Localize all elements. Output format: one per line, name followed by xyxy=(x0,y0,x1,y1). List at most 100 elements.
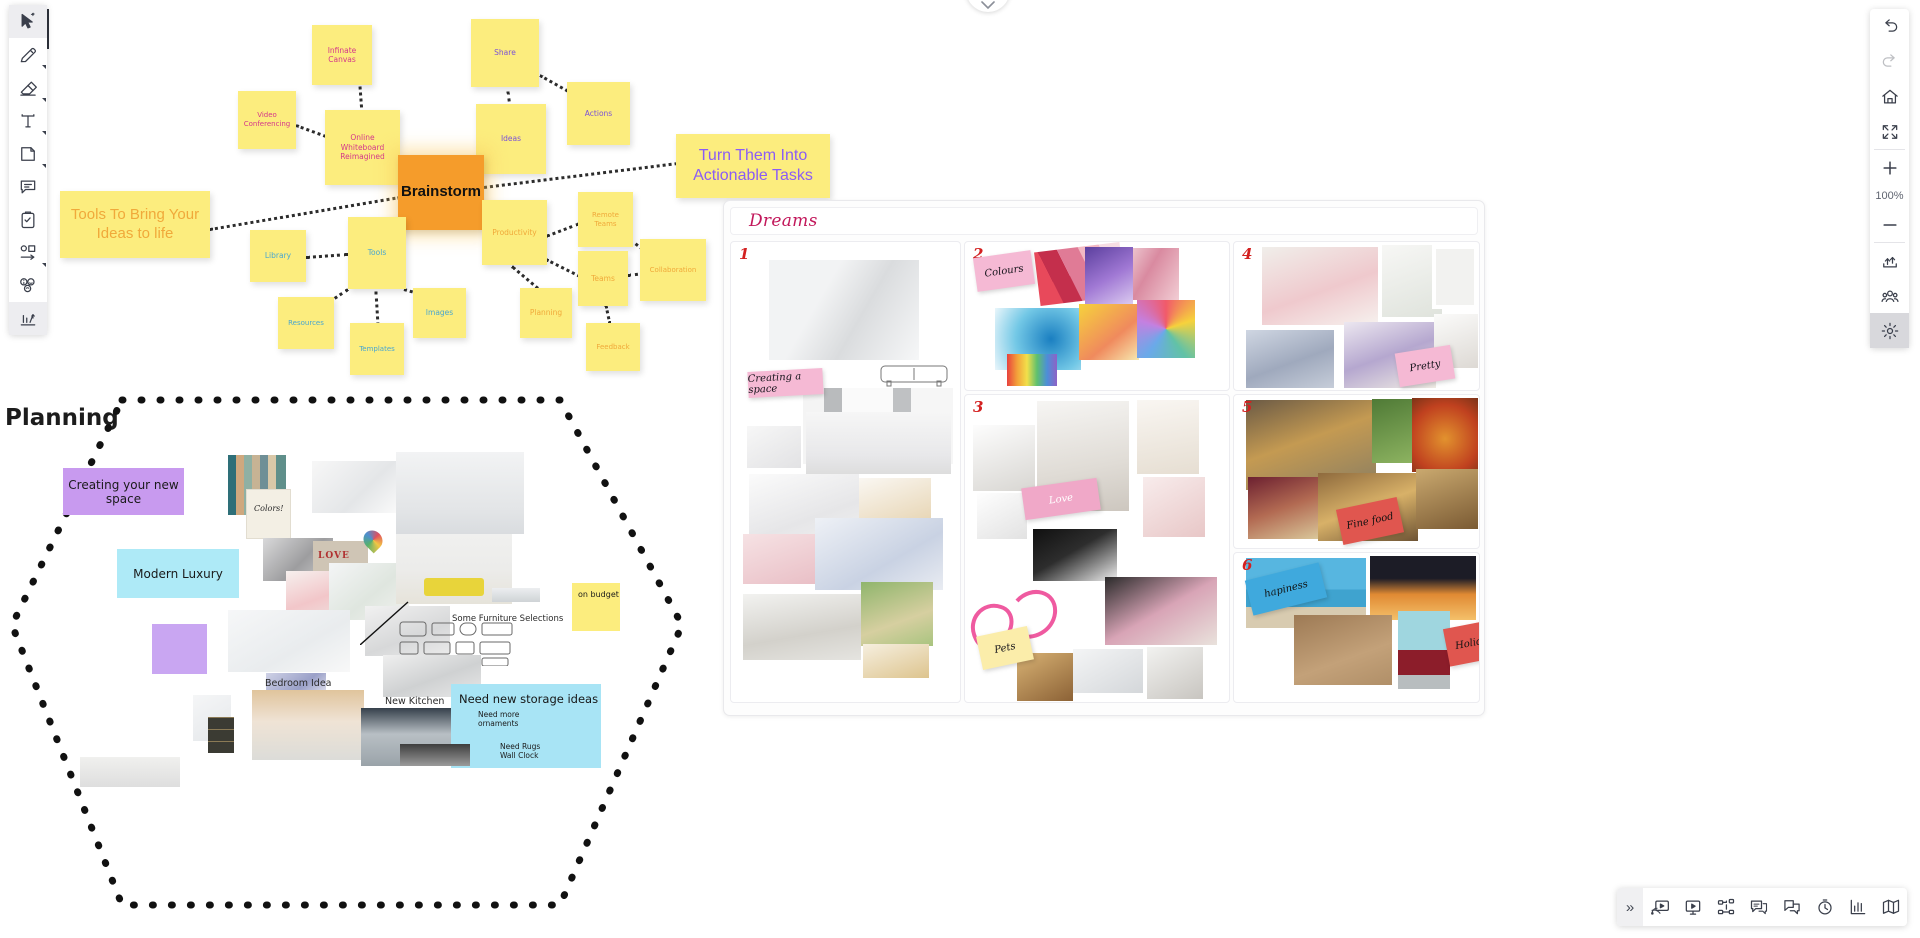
dream-card-5-number: 5 xyxy=(1242,398,1253,416)
comment-tool[interactable] xyxy=(9,170,47,203)
sticky-note-turn-them-into[interactable]: Turn Them Into Actionable Tasks xyxy=(676,134,830,198)
sticky-note-library[interactable]: Library xyxy=(250,230,306,282)
sticky-note-brainstorm[interactable]: Brainstorm xyxy=(398,155,484,230)
tool-expand-caret-icon[interactable] xyxy=(42,164,46,168)
dream6-photo-daisy-heart xyxy=(1294,615,1392,685)
collaborators-icon xyxy=(1880,286,1900,306)
sticky-note-tool[interactable] xyxy=(9,137,47,170)
sticky-note-images[interactable]: Images xyxy=(413,288,466,338)
eraser-icon xyxy=(18,78,38,98)
dream-card-3[interactable]: 3 Love Pets xyxy=(964,394,1230,703)
shapes-tool[interactable] xyxy=(9,236,47,269)
dream1-tag-creating-a-space[interactable]: Creating a space xyxy=(747,368,824,398)
sticky-note-video-conferencing[interactable]: Video Conferencing xyxy=(238,91,296,149)
pen-tool[interactable] xyxy=(9,38,47,71)
sticky-note-remote-teams[interactable]: Remote Teams xyxy=(578,192,633,247)
planning-note-lilac-blank[interactable] xyxy=(152,624,207,674)
planning-note-label: Modern Luxury xyxy=(133,566,223,581)
planning-note-creating-your-new-space[interactable]: Creating your new space xyxy=(63,468,184,515)
dream2-tag-colours[interactable]: Colours xyxy=(972,250,1036,292)
dream3-photo-bouquet xyxy=(1105,577,1217,645)
dream-card-3-number: 3 xyxy=(973,398,984,416)
mindmap-connector xyxy=(295,124,327,138)
left-toolbar[interactable] xyxy=(9,5,47,335)
minimap-button[interactable] xyxy=(1874,888,1907,926)
sticky-note-infinite-canvas[interactable]: Infinate Canvas xyxy=(312,25,372,85)
tool-expand-caret-icon[interactable] xyxy=(42,131,46,135)
dream3-photo-dishes xyxy=(1073,649,1143,693)
fit-screen-icon xyxy=(1880,122,1900,142)
storage-ideas-note-body[interactable]: Need more ornaments Need Rugs Wall Clock xyxy=(470,710,610,768)
comments-button[interactable] xyxy=(1742,888,1775,926)
analytics-button[interactable] xyxy=(1841,888,1874,926)
chat-icon xyxy=(1782,897,1802,917)
dream5-photo-wine xyxy=(1248,477,1318,539)
dream-card-6[interactable]: 6 hapiness Holidays xyxy=(1233,552,1480,703)
sticky-note-ideas[interactable]: Ideas xyxy=(476,104,546,174)
timer-button[interactable] xyxy=(1808,888,1841,926)
sticky-note-actions[interactable]: Actions xyxy=(567,82,630,145)
sticky-note-templates[interactable]: Templates xyxy=(350,323,404,375)
dream6-photo-cocktail xyxy=(1398,611,1450,689)
dream-card-1[interactable]: 1 Creating a space xyxy=(730,241,961,703)
dream2-photo-purple-marble xyxy=(1085,247,1133,309)
sticky-note-label: Feedback xyxy=(596,342,630,351)
zoom-in-button[interactable] xyxy=(1870,150,1909,185)
sticky-note-productivity[interactable]: Productivity xyxy=(482,200,547,265)
import-export-icon xyxy=(1880,251,1900,271)
planning-note-on-budget[interactable]: on budget xyxy=(572,583,620,631)
tool-expand-caret-icon[interactable] xyxy=(42,65,46,69)
sticky-note-resources[interactable]: Resources xyxy=(278,297,334,349)
sticky-note-label: Turn Them Into Actionable Tasks xyxy=(693,147,813,184)
sticky-note-online-whiteboard[interactable]: Online Whiteboard Reimagined xyxy=(325,110,400,185)
undo-button[interactable] xyxy=(1870,9,1909,44)
zoom-out-button[interactable] xyxy=(1870,207,1909,242)
sticky-note-planning-note[interactable]: Planning xyxy=(520,288,572,338)
workflow-icon xyxy=(1716,897,1736,917)
dream3-photo-wedding-cake xyxy=(1137,400,1199,474)
text-tool[interactable] xyxy=(9,104,47,137)
dream-card-2[interactable]: 2 Colours xyxy=(964,241,1230,391)
bottom-toolbar[interactable]: » xyxy=(1617,888,1907,926)
text-icon xyxy=(18,111,38,131)
dream1-sofa-sketch xyxy=(880,365,948,387)
sticky-note-tools-to-bring[interactable]: Tools To Bring Your Ideas to life xyxy=(60,191,210,258)
presentation-button[interactable] xyxy=(1676,888,1709,926)
dream-card-5[interactable]: 5 Fine food xyxy=(1233,394,1480,549)
collage-tictactoe-shelf xyxy=(208,717,234,753)
collage-pointer-line xyxy=(360,601,409,645)
planning-note-modern-luxury[interactable]: Modern Luxury xyxy=(117,549,239,598)
sticky-note-tools[interactable]: Tools xyxy=(348,217,406,289)
insert-chart-tool[interactable] xyxy=(9,302,47,335)
screencast-button[interactable] xyxy=(1643,888,1676,926)
sticky-note-teams[interactable]: Teams xyxy=(578,251,628,306)
sticky-note-label: Templates xyxy=(359,344,395,353)
dream-card-4[interactable]: 4 Pretty xyxy=(1233,241,1480,391)
dreams-board-title-bar[interactable]: Dreams xyxy=(730,207,1478,235)
import-export-button[interactable] xyxy=(1870,243,1909,278)
sticky-note-collaboration[interactable]: Collaboration xyxy=(640,239,706,301)
eraser-tool[interactable] xyxy=(9,71,47,104)
sticky-note-share[interactable]: Share xyxy=(471,19,539,87)
tool-expand-caret-icon[interactable] xyxy=(42,98,46,102)
reactions-tool[interactable] xyxy=(9,269,47,302)
workflow-button[interactable] xyxy=(1709,888,1742,926)
dream4-photo-pink-dahlias xyxy=(1262,247,1378,325)
dream4-tag-pretty[interactable]: Pretty xyxy=(1394,344,1456,388)
sticky-note-label: Collaboration xyxy=(649,265,697,274)
select-tool[interactable] xyxy=(9,5,47,38)
mindmap-connector xyxy=(545,222,581,238)
right-toolbar[interactable]: 100% xyxy=(1870,9,1909,348)
home-button[interactable] xyxy=(1870,79,1909,114)
chat-button[interactable] xyxy=(1775,888,1808,926)
dreams-board[interactable]: Dreams 1 Creating a space 2 Colours 3 Lo… xyxy=(723,200,1485,716)
infinite-canvas[interactable]: Infinate Canvas Share Video Conferencing Onli… xyxy=(0,0,1920,938)
tool-expand-caret-icon[interactable] xyxy=(42,263,46,267)
settings-button[interactable] xyxy=(1870,313,1909,348)
task-tool[interactable] xyxy=(9,203,47,236)
bottom-toolbar-expand-button[interactable]: » xyxy=(1617,888,1643,926)
sticky-note-feedback[interactable]: Feedback xyxy=(586,323,640,371)
fit-to-screen-button[interactable] xyxy=(1870,114,1909,149)
collaborators-button[interactable] xyxy=(1870,278,1909,313)
dream5-photo-bowl xyxy=(1416,469,1478,529)
